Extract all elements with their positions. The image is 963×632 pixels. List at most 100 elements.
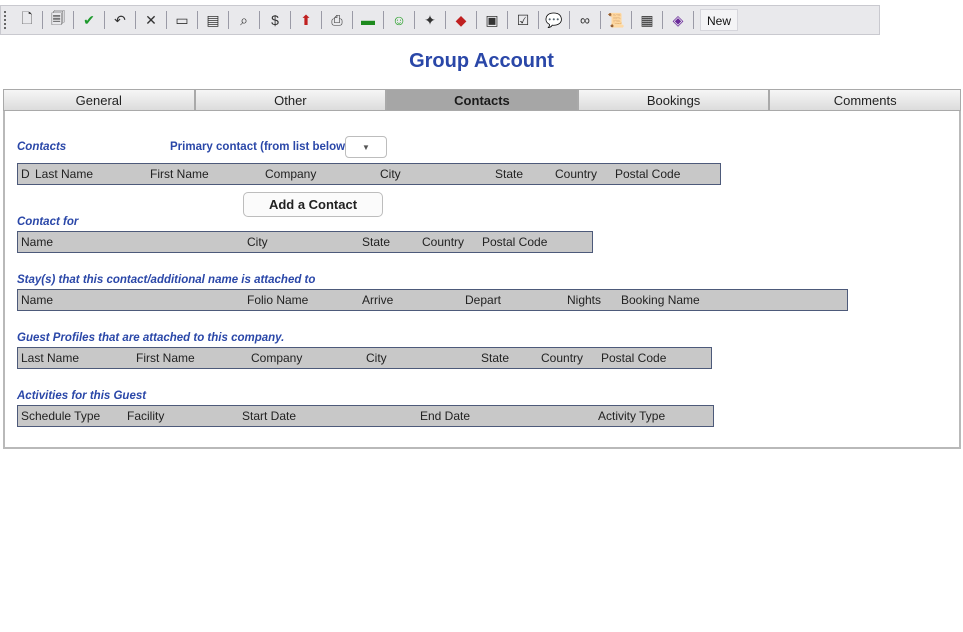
column-header[interactable]: Schedule Type (21, 409, 100, 423)
book-stack-icon: ▣ (485, 11, 499, 28)
column-header[interactable]: Company (251, 351, 302, 365)
contacts-panel: Contacts Primary contact (from list belo… (3, 111, 961, 449)
column-header[interactable]: State (362, 235, 390, 249)
column-header[interactable]: First Name (150, 167, 209, 181)
toolbar-separator (321, 11, 322, 29)
primary-contact-dropdown[interactable]: ▼ (345, 136, 387, 158)
print-button[interactable]: ⎙ (326, 9, 348, 31)
column-header[interactable]: City (380, 167, 401, 181)
column-header[interactable]: Activity Type (598, 409, 665, 423)
column-header[interactable]: First Name (136, 351, 195, 365)
form-button[interactable]: ▤ (202, 9, 224, 31)
column-header[interactable]: Start Date (242, 409, 296, 423)
toolbar-separator (290, 11, 291, 29)
contact-for-label: Contact for (17, 216, 79, 228)
column-header[interactable]: Facility (127, 409, 164, 423)
column-header[interactable]: End Date (420, 409, 470, 423)
column-header[interactable]: Country (422, 235, 464, 249)
column-header[interactable]: Arrive (362, 293, 393, 307)
toolbar-separator (600, 11, 601, 29)
id-card-icon: ▭ (175, 11, 189, 28)
column-header[interactable]: State (481, 351, 509, 365)
column-header[interactable]: Nights (567, 293, 601, 307)
column-header[interactable]: Country (541, 351, 583, 365)
activities-table-header: Schedule Type Facility Start Date End Da… (17, 405, 714, 427)
toolbar-separator (259, 11, 260, 29)
red-book-icon: ◆ (455, 11, 467, 28)
column-header[interactable]: Postal Code (601, 351, 666, 365)
magic-wand-icon: ✦ (424, 11, 436, 28)
contacts-table-header: D Last Name First Name Company City Stat… (17, 163, 721, 185)
search-button[interactable]: ⌕ (233, 9, 255, 31)
toolbar-separator (197, 11, 198, 29)
smiley-button[interactable]: ☺ (388, 9, 410, 31)
column-header[interactable]: Name (21, 293, 53, 307)
scroll-button[interactable]: 📜 (605, 9, 627, 31)
clipboard-button[interactable]: ☑ (512, 9, 534, 31)
column-header[interactable]: City (247, 235, 268, 249)
checkmark-button[interactable]: ✔ (78, 9, 100, 31)
new-document-button[interactable]: 🗋 (16, 9, 38, 31)
money-stack-icon: $ (271, 12, 279, 28)
binoculars-icon: ∞ (580, 12, 590, 28)
tab-bookings[interactable]: Bookings (577, 89, 770, 111)
undo-button[interactable]: ↶ (109, 9, 131, 31)
column-header[interactable]: Folio Name (247, 293, 308, 307)
page-title: Group Account (409, 50, 554, 72)
guest-profiles-label: Guest Profiles that are attached to this… (17, 332, 285, 344)
id-card-button[interactable]: ▭ (171, 9, 193, 31)
column-header[interactable]: D (21, 167, 30, 181)
add-contact-button[interactable]: Add a Contact (243, 192, 383, 217)
cash-icon: ▬ (361, 12, 375, 28)
tab-other[interactable]: Other (194, 89, 387, 111)
contact-for-table-header: Name City State Country Postal Code (17, 231, 593, 253)
export-icon: ⬆ (300, 11, 312, 28)
toolbar-separator (42, 11, 43, 29)
toolbar-separator (228, 11, 229, 29)
column-header[interactable]: Booking Name (621, 293, 700, 307)
column-header[interactable]: Depart (465, 293, 501, 307)
toolbar: 🗋 🗐 ✔ ↶ ✕ ▭ ▤ ⌕ $ ⬆ ⎙ ▬ ☺ ✦ ◆ ▣ ☑ 💬 ∞ 📜 ▦ ◈ New (0, 5, 880, 35)
column-header[interactable]: Name (21, 235, 53, 249)
book-stack-button[interactable]: ▣ (481, 9, 503, 31)
new-button[interactable]: New (700, 9, 739, 31)
purple-book-icon: ◈ (672, 11, 684, 28)
toolbar-separator (73, 11, 74, 29)
delete-icon: ✕ (145, 11, 157, 28)
export-button[interactable]: ⬆ (295, 9, 317, 31)
column-header[interactable]: Postal Code (482, 235, 547, 249)
copy-document-button[interactable]: 🗐 (47, 9, 69, 31)
toolbar-separator (662, 11, 663, 29)
speech-bubble-button[interactable]: 💬 (543, 9, 565, 31)
toolbar-separator (569, 11, 570, 29)
copy-document-icon: 🗐 (51, 10, 65, 26)
checkmark-icon: ✔ (83, 11, 95, 28)
magic-wand-button[interactable]: ✦ (419, 9, 441, 31)
toolbar-separator (166, 11, 167, 29)
tab-contacts[interactable]: Contacts (386, 89, 578, 111)
column-header[interactable]: Last Name (35, 167, 93, 181)
delete-button[interactable]: ✕ (140, 9, 162, 31)
documents-button[interactable]: ▦ (636, 9, 658, 31)
column-header[interactable]: Last Name (21, 351, 79, 365)
scroll-icon: 📜 (607, 11, 625, 28)
toolbar-grip[interactable] (4, 11, 10, 29)
form-icon: ▤ (206, 11, 220, 28)
column-header[interactable]: City (366, 351, 387, 365)
toolbar-separator (693, 11, 694, 29)
binoculars-button[interactable]: ∞ (574, 9, 596, 31)
tab-general[interactable]: General (3, 89, 195, 111)
toolbar-separator (445, 11, 446, 29)
money-stack-button[interactable]: $ (264, 9, 286, 31)
column-header[interactable]: Country (555, 167, 597, 181)
column-header[interactable]: Company (265, 167, 316, 181)
print-icon: ⎙ (331, 11, 343, 28)
chevron-down-icon: ▼ (362, 142, 370, 152)
red-book-button[interactable]: ◆ (450, 9, 472, 31)
column-header[interactable]: Postal Code (615, 167, 680, 181)
column-header[interactable]: State (495, 167, 523, 181)
tab-comments[interactable]: Comments (769, 89, 961, 111)
toolbar-separator (104, 11, 105, 29)
purple-book-button[interactable]: ◈ (667, 9, 689, 31)
cash-button[interactable]: ▬ (357, 9, 379, 31)
